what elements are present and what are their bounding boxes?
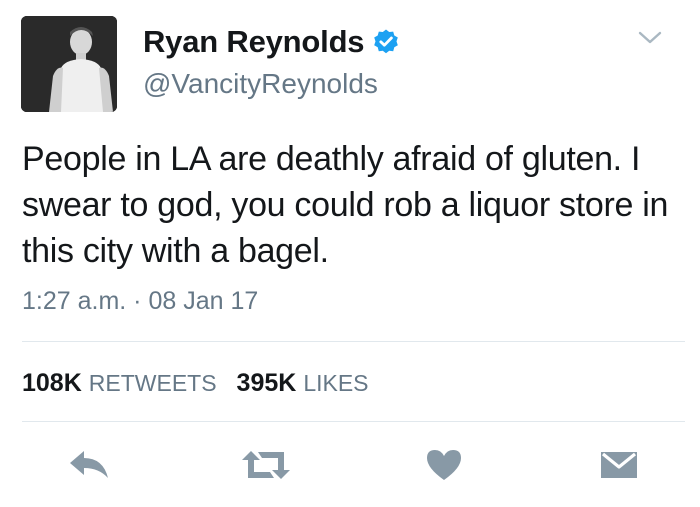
display-name[interactable]: Ryan Reynolds [143,22,365,62]
divider [22,421,685,422]
retweet-button[interactable] [240,445,292,485]
retweet-icon [242,451,290,479]
tweet-card: Ryan Reynolds @VancityReynolds People in… [0,0,700,507]
heart-icon [427,450,461,480]
reply-button[interactable] [66,445,112,485]
retweets-label: RETWEETS [88,370,217,396]
avatar[interactable] [21,16,117,112]
tweet-stats: 108K RETWEETS 395K LIKES [22,366,369,400]
likes-count: 395K [236,369,297,397]
direct-message-button[interactable] [598,445,640,485]
tweet-timestamp[interactable]: 1:27 a.m. · 08 Jan 17 [22,284,258,318]
retweets-stat[interactable]: 108K RETWEETS [22,366,217,400]
divider [22,341,685,342]
verified-badge-icon [374,29,399,54]
author-handle[interactable]: @VancityReynolds [143,66,378,102]
envelope-icon [601,452,637,478]
like-button[interactable] [424,445,464,485]
tweet-text: People in LA are deathly afraid of glute… [22,140,669,270]
retweets-count: 108K [22,369,82,397]
author-name-row[interactable]: Ryan Reynolds [143,22,400,62]
likes-label: LIKES [303,370,369,396]
likes-stat[interactable]: 395K LIKES [237,366,369,400]
reply-icon [70,451,108,478]
chevron-down-icon[interactable] [636,28,664,48]
profile-photo [21,16,117,112]
